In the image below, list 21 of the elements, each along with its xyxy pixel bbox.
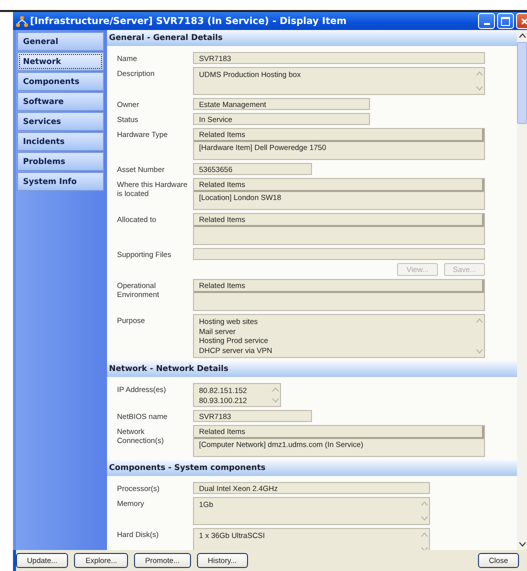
sidebar-item[interactable]: System Info [17,172,104,191]
sidebar-item[interactable]: General [17,32,104,51]
maximize-button[interactable] [497,13,514,29]
section-header: Network - Network Details [107,361,517,377]
sidebar-item[interactable]: Incidents [17,132,104,151]
sidebar-item[interactable]: Network [17,52,104,71]
sidebar-item[interactable]: Components [17,72,104,91]
sidebar-item[interactable]: Services [17,112,104,131]
network-icon [16,15,28,27]
window-title: [Infrastructure/Server] SVR7183 (In Service) - Display Item [30,16,348,26]
section-header: Components - System components [107,460,517,476]
scroll-up-icon[interactable] [518,33,526,38]
scroll-down-icon[interactable] [518,542,526,547]
sidebar-item[interactable]: Problems [17,152,104,171]
close-icon[interactable] [521,18,527,24]
scrollbar[interactable] [517,30,527,550]
minimize-button[interactable] [478,13,495,29]
scrollbar-thumb[interactable] [517,42,527,124]
sidebar-item[interactable]: Software [17,92,104,111]
file-field[interactable] [193,248,485,260]
section-header: General - General Details [107,30,517,46]
